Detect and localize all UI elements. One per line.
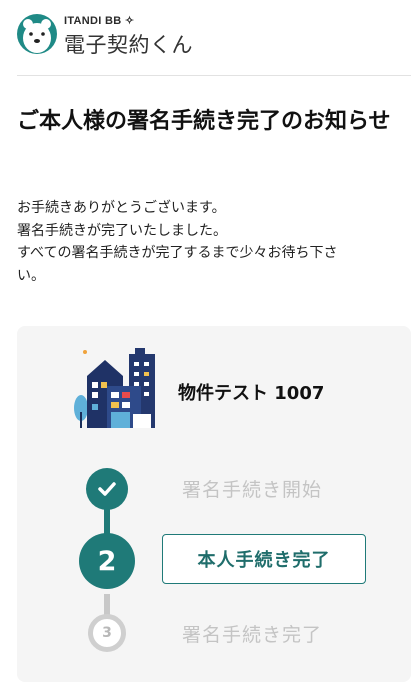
step-3-label: 署名手続き完了 <box>182 624 323 646</box>
step-2-current-indicator: 2 <box>79 533 135 589</box>
polar-bear-icon <box>17 14 57 54</box>
brand-name: 電子契約くん <box>64 33 193 57</box>
message-line: い。 <box>17 267 45 284</box>
header-divider <box>17 75 411 76</box>
progress-card: 物件テスト 1007 署名手続き開始 2 本人手続き完了 3 署名手続き完了 <box>17 326 411 682</box>
step-3-pending-indicator: 3 <box>88 614 126 652</box>
header: ITANDI BB ✧ 電子契約くん <box>0 0 417 76</box>
check-icon <box>98 482 116 496</box>
property-name: 物件テスト 1007 <box>178 383 325 404</box>
completion-message: お手続きありがとうございます。 署名手続きが完了いたしました。 すべての署名手続… <box>17 197 407 287</box>
page-title: ご本人様の署名手続き完了のお知らせ <box>17 109 391 134</box>
step-1-done-indicator <box>86 468 128 510</box>
message-line: すべての署名手続きが完了するまで少々お待ち下さ <box>17 245 338 261</box>
step-2-current-label: 本人手続き完了 <box>162 534 366 584</box>
brand-top-label: ITANDI BB ✧ <box>64 15 135 27</box>
message-line: お手続きありがとうございます。 <box>17 200 226 216</box>
message-line: 署名手続きが完了いたしました。 <box>17 222 227 239</box>
building-icon <box>74 348 155 428</box>
step-1-label: 署名手続き開始 <box>182 479 323 501</box>
